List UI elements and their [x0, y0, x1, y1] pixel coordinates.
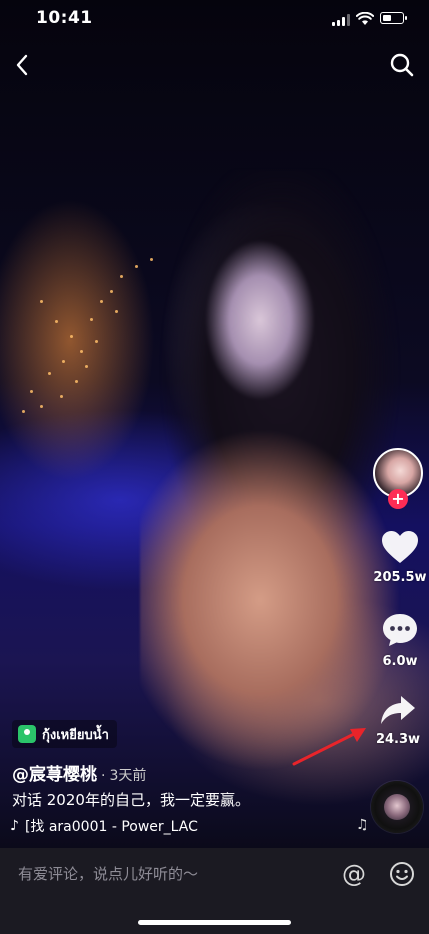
city-light	[55, 320, 58, 323]
comment-bar: 有爱评论，说点儿好听的～ @	[0, 848, 429, 934]
author-name[interactable]: @宸荨樱桃	[12, 765, 97, 785]
city-light	[70, 335, 73, 338]
signal-icon	[332, 14, 350, 26]
video-subject	[140, 170, 400, 790]
music-note-icon: ♫	[356, 817, 369, 833]
city-light	[120, 275, 123, 278]
like-button[interactable]: 205.5w	[370, 530, 429, 585]
city-light	[110, 290, 113, 293]
follow-button[interactable]: +	[388, 489, 408, 509]
wifi-icon	[356, 12, 374, 25]
comment-button[interactable]: 6.0w	[370, 612, 429, 669]
music-info[interactable]: ♪ [找 ara0001 - Power_LAC	[10, 816, 198, 836]
city-light	[75, 380, 78, 383]
separator-dot: ·	[101, 768, 106, 784]
post-time: 3天前	[109, 768, 147, 784]
emoji-button[interactable]	[389, 861, 415, 887]
music-logo-icon: ♪	[10, 818, 19, 834]
battery-level	[382, 14, 391, 21]
search-icon	[390, 53, 414, 77]
share-arrow-icon	[381, 696, 415, 724]
city-light	[100, 300, 103, 303]
status-time: 10:41	[36, 8, 93, 28]
city-light	[80, 350, 83, 353]
city-light	[62, 360, 65, 363]
chevron-left-icon	[16, 54, 28, 76]
location-pin-icon	[18, 725, 36, 743]
city-light	[135, 265, 138, 268]
back-button[interactable]	[10, 52, 36, 78]
heart-icon	[382, 531, 418, 563]
music-disc[interactable]	[371, 781, 423, 833]
annotation-arrow	[292, 728, 366, 766]
share-button[interactable]: 24.3w	[368, 694, 428, 747]
comment-input[interactable]: 有爱评论，说点儿好听的～	[18, 863, 198, 884]
smiley-icon	[390, 862, 414, 886]
home-indicator	[138, 920, 291, 925]
city-light	[115, 310, 118, 313]
share-count: 24.3w	[375, 732, 421, 747]
comment-bubble-icon	[383, 614, 417, 646]
author-line: @宸荨樱桃 · 3天前	[12, 760, 146, 785]
city-light	[48, 372, 51, 375]
city-light	[22, 410, 25, 413]
like-count: 205.5w	[373, 570, 427, 585]
status-bar: 10:41	[0, 0, 429, 40]
location-tag[interactable]: กุ้งเหยียบน้ำ	[12, 720, 117, 748]
mention-button[interactable]: @	[342, 860, 366, 888]
city-light	[40, 300, 43, 303]
battery-icon	[380, 12, 407, 24]
comment-count: 6.0w	[382, 654, 418, 669]
city-light	[30, 390, 33, 393]
city-light	[85, 365, 88, 368]
city-light	[60, 395, 63, 398]
post-caption: 对话 2020年的自己，我一定要赢。	[12, 791, 250, 809]
city-light	[150, 258, 153, 261]
author-avatar-group: +	[373, 448, 425, 509]
music-title: [找 ara0001 - Power_LAC	[24, 819, 198, 835]
location-name: กุ้งเหยียบน้ำ	[42, 727, 109, 743]
music-disc-cover	[384, 794, 410, 820]
search-button[interactable]	[389, 52, 415, 78]
city-light	[95, 340, 98, 343]
city-light	[90, 318, 93, 321]
city-light	[40, 405, 43, 408]
